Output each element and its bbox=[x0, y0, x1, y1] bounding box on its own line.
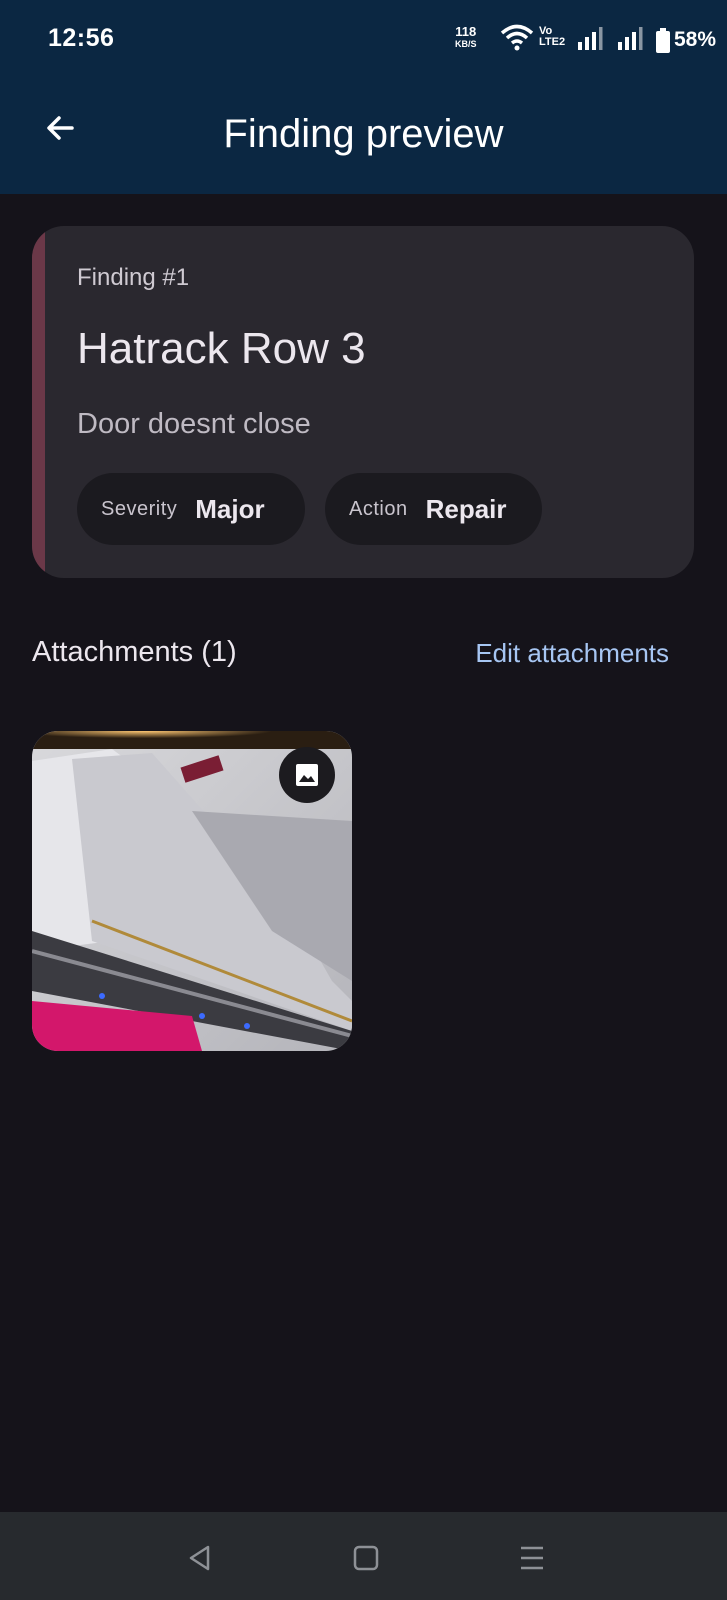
status-time: 12:56 bbox=[48, 24, 115, 52]
triangle-back-icon bbox=[189, 1545, 210, 1571]
finding-number: Finding #1 bbox=[77, 264, 190, 291]
wifi-icon bbox=[500, 24, 534, 57]
finding-location: Hatrack Row 3 bbox=[77, 324, 366, 373]
volte-icon: Vo LTE2 bbox=[539, 26, 565, 48]
battery-icon bbox=[655, 28, 671, 59]
image-badge bbox=[279, 747, 335, 803]
signal-icon bbox=[577, 26, 603, 55]
action-chip: Action Repair bbox=[325, 473, 542, 545]
signal-2-icon bbox=[617, 26, 643, 55]
action-label: Action bbox=[349, 497, 408, 520]
nav-home-button[interactable] bbox=[342, 1534, 390, 1582]
network-speed: 118 KB/S bbox=[455, 24, 477, 50]
square-home-icon bbox=[353, 1545, 379, 1571]
finding-card: Finding #1 Hatrack Row 3 Door doesnt clo… bbox=[32, 226, 694, 578]
battery-percent: 58% bbox=[674, 28, 717, 51]
action-value: Repair bbox=[425, 493, 507, 524]
system-nav-bar bbox=[0, 1512, 727, 1600]
page-title: Finding preview bbox=[223, 112, 504, 156]
edit-attachments-link[interactable]: Edit attachments bbox=[475, 638, 669, 669]
severity-chip: Severity Major bbox=[77, 473, 305, 545]
status-icons: 118 KB/S Vo LTE2 58% bbox=[387, 22, 727, 62]
menu-lines-icon bbox=[521, 1546, 543, 1570]
network-speed-unit: KB/S bbox=[455, 39, 477, 49]
card-accent-bar bbox=[32, 226, 45, 578]
volte-bottom: LTE2 bbox=[539, 36, 566, 48]
severity-label: Severity bbox=[101, 497, 178, 520]
nav-back-button[interactable] bbox=[176, 1534, 224, 1582]
attachments-title: Attachments (1) bbox=[32, 636, 237, 668]
app-bar: Finding preview bbox=[0, 82, 727, 194]
attachment-thumbnail[interactable] bbox=[32, 731, 352, 1051]
finding-description: Door doesnt close bbox=[77, 408, 311, 440]
status-bar: 12:56 118 KB/S Vo LTE2 58% bbox=[0, 0, 727, 82]
image-icon bbox=[296, 764, 318, 786]
severity-value: Major bbox=[195, 493, 265, 524]
network-speed-value: 118 bbox=[455, 24, 477, 39]
nav-menu-button[interactable] bbox=[508, 1534, 556, 1582]
